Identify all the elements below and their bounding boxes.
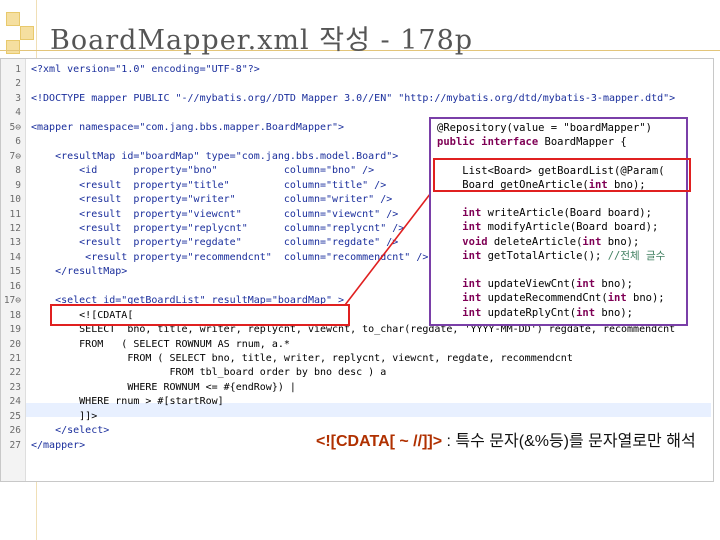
cdata-note: <![CDATA[ ~ //]]> : 특수 문자(&%등)를 문자열로만 해석 bbox=[316, 431, 716, 452]
line-number: 20 bbox=[9, 338, 21, 350]
line-number: 17⊖ bbox=[3, 295, 21, 307]
line-number: 12 bbox=[9, 222, 21, 234]
code-line[interactable]: 24 WHERE rnum > #[startRow] bbox=[1, 395, 713, 409]
header-deco-square bbox=[20, 26, 34, 40]
interface-code-line: int getTotalArticle(); //전체 글수 bbox=[462, 249, 666, 262]
code-text: <result property="viewcnt" column="viewc… bbox=[31, 208, 399, 220]
code-line[interactable]: 22 FROM tbl_board order by bno desc ) a bbox=[1, 366, 713, 380]
code-line[interactable]: 25 ]]> bbox=[1, 410, 713, 424]
code-text: FROM ( SELECT ROWNUM AS rnum, a.* bbox=[31, 338, 290, 350]
line-number: 8 bbox=[15, 165, 21, 177]
code-text: <id property="bno" column="bno" /> bbox=[31, 165, 375, 177]
line-number: 6 bbox=[15, 136, 21, 148]
line-number: 2 bbox=[15, 78, 21, 90]
code-text: <mapper namespace="com.jang.bbs.mapper.B… bbox=[31, 121, 345, 133]
header-deco-square bbox=[6, 40, 20, 54]
line-number: 18 bbox=[9, 309, 21, 321]
line-number: 23 bbox=[9, 381, 21, 393]
cdata-syntax: <![CDATA[ ~ //]]> bbox=[316, 433, 443, 450]
code-text: </select> bbox=[31, 425, 110, 437]
line-number: 16 bbox=[9, 280, 21, 292]
code-line[interactable]: 3 <!DOCTYPE mapper PUBLIC "-//mybatis.org… bbox=[1, 92, 713, 106]
interface-code-line: public interface BoardMapper { bbox=[437, 136, 627, 149]
line-number: 25 bbox=[9, 410, 21, 422]
code-text: </resultMap> bbox=[31, 266, 128, 278]
code-text: <result property="replycnt" column="repl… bbox=[31, 222, 405, 234]
cdata-description: : 특수 문자(&%등)를 문자열로만 해석 bbox=[442, 433, 696, 450]
line-number: 15 bbox=[9, 266, 21, 278]
interface-code-line: int updateRplyCnt(int bno); bbox=[462, 306, 633, 319]
code-text: FROM ( SELECT bno, title, writer, replyc… bbox=[31, 353, 573, 364]
code-line[interactable]: 23 WHERE ROWNUM <= #{endRow}) | bbox=[1, 381, 713, 395]
line-number: 19 bbox=[9, 324, 21, 336]
interface-code-line: int updateRecommendCnt(int bno); bbox=[462, 292, 665, 305]
line-number: 10 bbox=[9, 194, 21, 206]
code-text: <result property="recommendcnt" column="… bbox=[31, 251, 429, 263]
code-text: <result property="regdate" column="regda… bbox=[31, 237, 399, 249]
code-text: <result property="title" column="title" … bbox=[31, 179, 387, 191]
interface-code-line: int modifyArticle(Board board); bbox=[462, 221, 659, 234]
line-number: 27 bbox=[9, 439, 21, 451]
code-text: WHERE rnum > #[startRow] bbox=[31, 396, 224, 408]
code-text: <!DOCTYPE mapper PUBLIC "-//mybatis.org/… bbox=[31, 92, 676, 104]
mapper-interface-box: @Repository(value = "boardMapper") public… bbox=[429, 117, 688, 326]
line-number: 21 bbox=[9, 353, 21, 364]
line-number: 9 bbox=[15, 179, 21, 191]
line-number: 7⊖ bbox=[9, 150, 21, 162]
line-number: 13 bbox=[9, 237, 21, 249]
line-number: 22 bbox=[9, 367, 21, 379]
interface-code-line: void deleteArticle(int bno); bbox=[462, 235, 640, 248]
line-number: 3 bbox=[15, 92, 21, 104]
header-deco-square bbox=[6, 12, 20, 26]
method-highlight-box bbox=[433, 158, 691, 192]
line-number: 11 bbox=[9, 208, 21, 220]
line-number: 4 bbox=[15, 107, 21, 119]
interface-code-line: @Repository(value = "boardMapper") bbox=[437, 122, 652, 134]
code-text: </mapper> bbox=[31, 439, 86, 451]
interface-code-line: int updateViewCnt(int bno); bbox=[462, 278, 633, 291]
code-text: <result property="writer" column="writer… bbox=[31, 194, 393, 206]
code-line[interactable]: 21 FROM ( SELECT bno, title, writer, rep… bbox=[1, 352, 713, 366]
line-number: 5⊖ bbox=[9, 121, 21, 133]
line-number: 24 bbox=[9, 396, 21, 408]
line-number: 1 bbox=[15, 64, 21, 75]
code-text: ]]> bbox=[31, 410, 98, 422]
code-text: <?xml version="1.0" encoding="UTF-8"?> bbox=[31, 64, 260, 75]
code-text: FROM tbl_board order by bno desc ) a bbox=[31, 367, 387, 379]
code-text: <resultMap id="boardMap" type="com.jang.… bbox=[31, 150, 399, 162]
slide-title: BoardMapper.xml 작성 - 178p bbox=[50, 25, 474, 56]
line-number: 14 bbox=[9, 251, 21, 263]
code-text: WHERE ROWNUM <= #{endRow}) | bbox=[31, 381, 296, 393]
interface-code-line: int writeArticle(Board board); bbox=[462, 207, 652, 220]
code-line[interactable]: 1 <?xml version="1.0" encoding="UTF-8"?> bbox=[1, 63, 713, 77]
select-highlight-box bbox=[50, 304, 350, 326]
code-line[interactable]: 20 FROM ( SELECT ROWNUM AS rnum, a.* bbox=[1, 338, 713, 352]
code-line[interactable]: 2 bbox=[1, 77, 713, 91]
line-number: 26 bbox=[9, 425, 21, 437]
